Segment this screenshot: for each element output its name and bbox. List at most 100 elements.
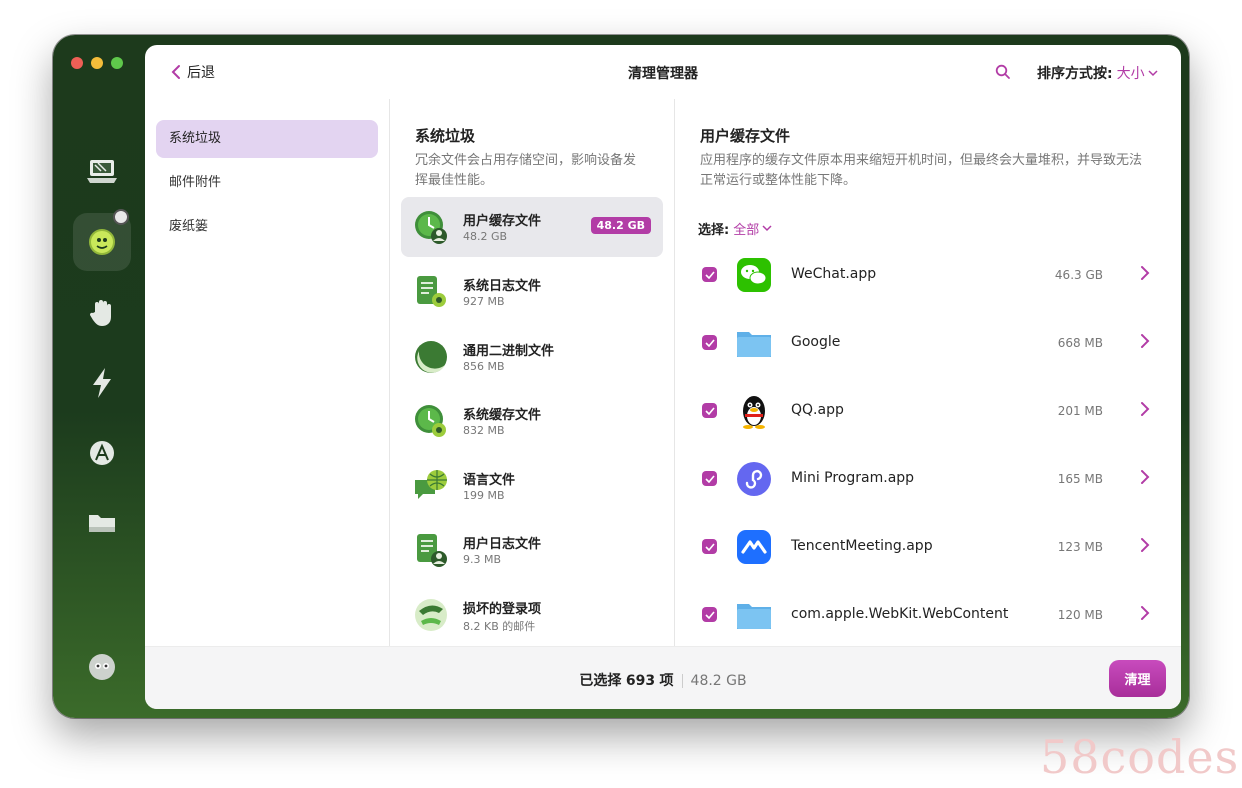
footer-bar: 已选择 693 项 48.2 GB 清理 — [145, 646, 1181, 709]
category-size: 856 MB — [463, 360, 505, 373]
close-button[interactable] — [71, 57, 83, 69]
app-size: 201 MB — [1057, 404, 1103, 418]
mini-program-icon — [737, 462, 771, 496]
app-name: com.apple.WebKit.WebContent — [791, 606, 1009, 622]
chevron-right-icon[interactable] — [1140, 605, 1150, 621]
clean-button[interactable]: 清理 — [1109, 660, 1166, 697]
detail-description-line2: 正常运行或整体性能下降。 — [700, 173, 857, 188]
chevron-down-icon — [762, 225, 772, 232]
sort-control[interactable]: 排序方式按: 大小 — [1037, 63, 1158, 83]
chevron-right-icon[interactable] — [1140, 401, 1150, 417]
category-size: 9.3 MB — [463, 553, 502, 566]
applications-icon[interactable] — [73, 424, 131, 482]
log-gear-icon — [417, 276, 446, 307]
category-list: 系统垃圾 冗余文件会占用存储空间，影响设备发 挥最佳性能。 用户缓存文件 48.… — [390, 99, 675, 646]
globe-chat-icon — [415, 470, 447, 499]
category-size: 8.2 KB 的邮件 — [463, 620, 536, 633]
app-row-wechat[interactable]: WeChat.app 46.3 GB — [675, 243, 1181, 311]
category-section-title: 系统垃圾 — [415, 127, 476, 145]
sort-dropdown[interactable]: 大小 — [1117, 63, 1158, 83]
binary-icon — [415, 341, 447, 373]
chevron-down-icon — [1148, 69, 1158, 76]
broken-login-icon — [415, 599, 447, 631]
category-size: 48.2 GB — [463, 230, 508, 243]
folder-icon — [737, 332, 771, 357]
category-description-line2: 挥最佳性能。 — [415, 173, 494, 188]
chevron-right-icon[interactable] — [1140, 265, 1150, 281]
category-name: 损坏的登录项 — [463, 602, 542, 617]
detail-pane: 用户缓存文件 应用程序的缓存文件原本用来缩短开机时间，但最终会大量堆积，并导致无… — [675, 99, 1181, 646]
page-title: 清理管理器 — [628, 66, 698, 82]
checkbox[interactable] — [702, 267, 717, 282]
app-row-qq[interactable]: QQ.app 201 MB — [675, 379, 1181, 447]
sidebar: 系统垃圾 邮件附件 废纸篓 — [145, 99, 390, 646]
size-badge: 48.2 GB — [590, 217, 651, 234]
app-row-tencent-meeting[interactable]: TencentMeeting.app 123 MB — [675, 515, 1181, 583]
log-user-icon — [417, 534, 447, 567]
smart-scan-icon[interactable] — [73, 209, 131, 271]
select-filter: 选择: 全部 — [698, 219, 772, 238]
sidebar-item-system-junk[interactable]: 系统垃圾 — [156, 120, 378, 158]
category-name: 用户缓存文件 — [463, 214, 542, 229]
detail-description-line1: 应用程序的缓存文件原本用来缩短开机时间，但最终会大量堆积，并导致无法 — [700, 153, 1143, 168]
app-window: 后退 清理管理器 排序方式按: 大小 系统垃圾 邮件附件 废纸篓 系统垃圾 冗余… — [53, 35, 1189, 718]
app-size: 123 MB — [1057, 540, 1103, 554]
lightning-icon[interactable] — [73, 354, 131, 412]
select-label: 选择: — [698, 223, 730, 238]
category-description-line1: 冗余文件会占用存储空间，影响设备发 — [415, 153, 637, 168]
folder-icon — [737, 604, 771, 629]
search-button[interactable] — [995, 64, 1011, 84]
app-row-mini-program[interactable]: Mini Program.app 165 MB — [675, 447, 1181, 515]
category-item-universal-binaries[interactable]: 通用二进制文件 856 MB — [401, 327, 663, 387]
category-name: 系统日志文件 — [463, 279, 542, 294]
clock-gear-icon — [415, 405, 446, 437]
selection-summary: 已选择 693 项 48.2 GB — [145, 670, 1181, 690]
app-size: 46.3 GB — [1054, 268, 1103, 282]
qq-penguin-icon — [743, 396, 765, 429]
category-size: 199 MB — [463, 489, 505, 502]
app-name: TencentMeeting.app — [791, 538, 933, 554]
category-name: 通用二进制文件 — [463, 344, 555, 359]
chevron-right-icon[interactable] — [1140, 333, 1150, 349]
app-name: QQ.app — [791, 402, 844, 418]
zoom-button[interactable] — [111, 57, 123, 69]
tencent-meeting-icon — [737, 530, 771, 564]
app-size: 668 MB — [1057, 336, 1103, 350]
category-item-language-files[interactable]: 语言文件 199 MB — [401, 456, 663, 516]
main-panel: 后退 清理管理器 排序方式按: 大小 系统垃圾 邮件附件 废纸篓 系统垃圾 冗余… — [145, 45, 1181, 709]
chevron-right-icon[interactable] — [1140, 469, 1150, 485]
notification-dot — [113, 209, 129, 225]
category-item-user-cache[interactable]: 用户缓存文件 48.2 GB 48.2 GB — [401, 197, 663, 257]
minimize-button[interactable] — [91, 57, 103, 69]
laptop-icon[interactable] — [73, 142, 131, 200]
checkbox[interactable] — [702, 539, 717, 554]
sort-label: 排序方式按: — [1037, 66, 1113, 82]
sidebar-item-mail-attachments[interactable]: 邮件附件 — [156, 164, 378, 202]
checkbox[interactable] — [702, 335, 717, 350]
category-size: 927 MB — [463, 295, 505, 308]
app-size: 165 MB — [1057, 472, 1103, 486]
folder-icon[interactable] — [73, 494, 131, 552]
app-size: 120 MB — [1057, 608, 1103, 622]
chevron-right-icon[interactable] — [1140, 537, 1150, 553]
app-row-webkit-webcontent[interactable]: com.apple.WebKit.WebContent 120 MB — [675, 583, 1181, 646]
category-name: 系统缓存文件 — [463, 408, 542, 423]
app-name: Mini Program.app — [791, 470, 915, 486]
hand-icon[interactable] — [73, 284, 131, 342]
selected-count: 693 — [625, 673, 656, 689]
select-dropdown[interactable]: 全部 — [733, 219, 772, 238]
category-item-broken-login-items[interactable]: 损坏的登录项 8.2 KB 的邮件 — [401, 585, 663, 645]
watermark: 58codes — [1040, 730, 1240, 784]
sidebar-item-trash[interactable]: 废纸篓 — [156, 208, 378, 246]
search-icon — [995, 64, 1010, 79]
app-row-google[interactable]: Google 668 MB — [675, 311, 1181, 379]
category-item-user-logs[interactable]: 用户日志文件 9.3 MB — [401, 520, 663, 580]
checkbox[interactable] — [702, 607, 717, 622]
category-size: 832 MB — [463, 424, 505, 437]
category-item-system-cache[interactable]: 系统缓存文件 832 MB — [401, 391, 663, 451]
assistant-icon[interactable] — [73, 638, 131, 696]
checkbox[interactable] — [702, 403, 717, 418]
selected-total-size: 48.2 GB — [690, 673, 747, 689]
category-item-system-logs[interactable]: 系统日志文件 927 MB — [401, 262, 663, 322]
checkbox[interactable] — [702, 471, 717, 486]
